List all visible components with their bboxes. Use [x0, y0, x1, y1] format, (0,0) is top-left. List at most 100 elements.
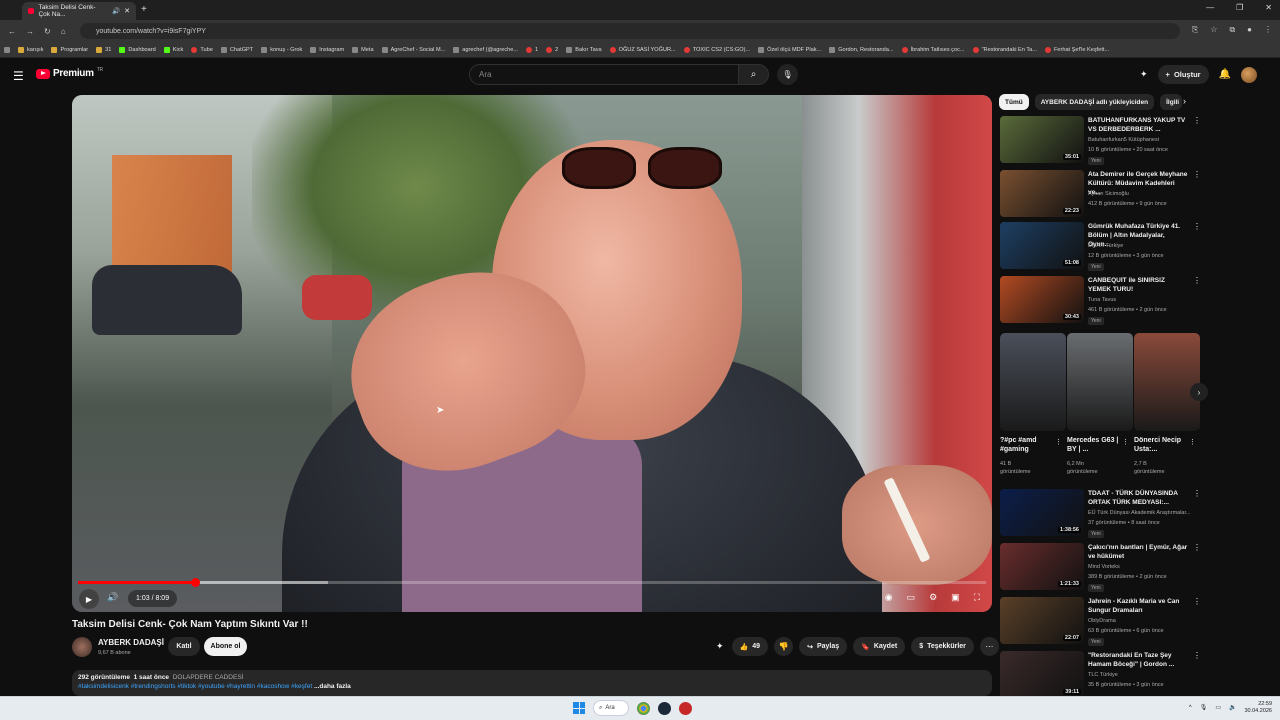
browser-tab[interactable]: Taksim Delisi Cenk- Çok Na... 🔊 ✕ [22, 2, 136, 20]
more-vertical-icon[interactable]: ⋮ [1193, 651, 1201, 660]
apps-icon[interactable] [4, 46, 10, 53]
recommendation-item[interactable]: 1:21:33 Çakıcı'nın bantları | Eymür, Ağar… [1000, 543, 1201, 593]
more-vertical-icon[interactable]: ⋮ [1193, 116, 1201, 125]
bookmark-item[interactable]: İbrahim Tatlıses çoc... [901, 46, 965, 53]
more-vertical-icon[interactable]: ⋮ [1193, 489, 1201, 498]
speaker-icon[interactable]: 🔉 [1229, 704, 1236, 711]
thanks-button[interactable]: $ Teşekkürler [911, 637, 974, 656]
short-title[interactable]: Dönerci Necip Usta:... [1134, 436, 1189, 454]
bookmark-item[interactable]: Tube [191, 46, 213, 53]
video-thumbnail[interactable]: 39:11 [1000, 651, 1084, 698]
chevron-right-icon[interactable]: › [1183, 96, 1186, 106]
tray-chevron-icon[interactable]: ^ [1189, 705, 1192, 711]
recommendation-channel[interactable]: Batuhanfurkan5 Kütüphanesi [1088, 137, 1159, 143]
voice-search-button[interactable]: 🎙 [777, 64, 798, 85]
recommendation-channel[interactable]: EÜ Türk Dünyası Akademik Araştırmalar... [1088, 510, 1191, 516]
hashtags[interactable]: #taksimdelisicenk #trendingshorts #tikto… [78, 683, 312, 690]
fullscreen-icon[interactable]: ⛶ [974, 592, 980, 603]
recommendation-item[interactable]: 35:01 BATUHANFURKANS YAKUP TV VS DERBEDERB… [1000, 116, 1201, 166]
cast-icon[interactable]: ✦ [1140, 69, 1148, 80]
bookmark-item[interactable]: Ferhat Şef'le Keşfett... [1044, 46, 1109, 53]
bookmark-item[interactable]: karışık [18, 46, 43, 53]
recommendation-item[interactable]: 22:23 Ata Demirer ile Gerçek Meyhane Kültü… [1000, 170, 1201, 220]
youtube-premium-logo[interactable]: Premium TR [36, 67, 103, 79]
more-actions-button[interactable]: ⋯ [979, 637, 999, 656]
bookmark-star-icon[interactable]: ☆ [1210, 25, 1217, 35]
join-button[interactable]: Katıl [168, 637, 200, 656]
create-button[interactable]: + Oluştur [1157, 65, 1209, 84]
channel-avatar[interactable] [72, 637, 92, 657]
channel-name[interactable]: AYBERK DADAŞİ [98, 638, 164, 647]
search-input[interactable]: Ara [469, 64, 739, 85]
recommendation-item[interactable]: 30:43 CANBEQUIT ile SINIRSIZ YEMEK TURU! Tu… [1000, 276, 1201, 326]
recommendation-title[interactable]: Çakıcı'nın bantları | Eymür, Ağar ve hükü… [1088, 543, 1188, 561]
steam-icon[interactable] [658, 701, 671, 715]
maximize-icon[interactable]: ❐ [1236, 3, 1243, 12]
recommendation-item[interactable]: 1:38:56 TDAAT - TÜRK DÜNYASINDA ORTAK TÜRK… [1000, 489, 1201, 539]
autoplay-toggle-icon[interactable]: ◉ [885, 592, 893, 603]
bookmark-item[interactable]: Instagram [310, 46, 344, 53]
url-field[interactable]: youtube.com/watch?v=i9isF7giYPY [80, 23, 1180, 39]
bookmark-item[interactable]: Programlar [51, 46, 88, 53]
chip-related[interactable]: İlgili [1160, 94, 1183, 110]
location[interactable]: DOLAPDERE CADDESİ [173, 674, 244, 681]
bookmark-item[interactable]: Gordon, Restoranda... [829, 46, 894, 53]
recommendation-title[interactable]: "Restorandaki En Taze Şey Hamam Böceği" |… [1088, 651, 1188, 669]
more-vertical-icon[interactable]: ⋮ [1193, 276, 1201, 285]
subtitles-icon[interactable]: ▭ [907, 592, 916, 603]
bookmark-item[interactable]: OĞUZ SASİ YOĞUR... [609, 46, 676, 53]
settings-gear-icon[interactable]: ⚙ [929, 592, 937, 603]
recommendation-channel[interactable]: OblyDrama [1088, 618, 1116, 624]
video-thumbnail[interactable]: 51:08 [1000, 222, 1084, 269]
short-thumbnail[interactable] [1134, 333, 1200, 431]
volume-icon[interactable]: 🔊 [107, 592, 118, 603]
forward-icon[interactable]: → [26, 27, 34, 36]
bookmark-item[interactable]: "Restorandaki En Ta... [972, 46, 1037, 53]
dislike-button[interactable]: 👎 [774, 637, 794, 656]
recommendation-channel[interactable]: DMAX Türkiye [1088, 243, 1123, 249]
bookmark-item[interactable]: Meta [352, 46, 374, 53]
bookmark-item[interactable]: konuş - Grok [261, 46, 302, 53]
user-avatar[interactable] [1241, 66, 1258, 83]
recommendation-channel[interactable]: Tuna Tavus [1088, 297, 1116, 303]
close-window-icon[interactable]: ✕ [1265, 3, 1272, 12]
share-button[interactable]: ↪ Paylaş [799, 637, 848, 656]
home-icon[interactable]: ⌂ [61, 27, 66, 36]
search-button[interactable]: ⌕ [738, 64, 769, 85]
description-box[interactable]: 292 görüntüleme 1 saat önce DOLAPDERE CA… [72, 670, 992, 696]
bookmark-item[interactable]: ChatGPT [220, 46, 253, 53]
app-icon[interactable] [679, 701, 692, 715]
show-more-link[interactable]: ...daha fazla [314, 683, 351, 690]
more-vertical-icon[interactable]: ⋮ [1055, 438, 1062, 446]
clock[interactable]: 22:59 30.04.2026 [1244, 701, 1272, 715]
bookmark-item[interactable]: 2 [546, 46, 558, 53]
bookmark-item[interactable]: agrechef (@agreche... [453, 46, 518, 53]
bookmark-item[interactable]: AgreChef - Social M... [381, 46, 445, 53]
bookmark-item[interactable]: 31 [96, 46, 111, 53]
short-title[interactable]: Mercedes G63 | BY | ... [1067, 436, 1122, 454]
short-thumbnail[interactable] [1067, 333, 1133, 431]
video-player[interactable]: ➤ ▶ 🔊 1:03 / 8:09 ◉ ▭ ⚙ ▣ ⛶ [72, 95, 992, 612]
chrome-icon[interactable] [637, 701, 650, 715]
shorts-next-button[interactable]: › [1190, 383, 1208, 401]
play-button[interactable]: ▶ [79, 589, 99, 609]
recommendation-item[interactable]: 39:11 "Restorandaki En Taze Şey Hamam Böce… [1000, 651, 1201, 701]
recommendation-item[interactable]: 51:08 Gümrük Muhafaza Türkiye 41. Bölüm | … [1000, 222, 1201, 272]
new-tab-button[interactable]: + [141, 4, 147, 15]
close-tab-icon[interactable]: ✕ [124, 7, 130, 15]
profile-icon[interactable]: ● [1247, 25, 1252, 35]
chip-all[interactable]: Tümü [999, 94, 1029, 110]
short-thumbnail[interactable] [1000, 333, 1066, 431]
video-thumbnail[interactable]: 1:21:33 [1000, 543, 1084, 590]
bookmark-item[interactable]: 1 [526, 46, 538, 53]
progress-bar[interactable] [78, 578, 986, 587]
more-vertical-icon[interactable]: ⋮ [1193, 170, 1201, 179]
reload-icon[interactable]: ↻ [44, 27, 51, 36]
more-vertical-icon[interactable]: ⋮ [1193, 543, 1201, 552]
more-vertical-icon[interactable]: ⋮ [1193, 222, 1201, 231]
recommendation-title[interactable]: BATUHANFURKANS YAKUP TV VS DERBEDERBERK .… [1088, 116, 1188, 134]
save-button[interactable]: 🔖 Kaydet [853, 637, 906, 656]
mic-tray-icon[interactable]: 🎙 [1200, 704, 1208, 711]
menu-icon[interactable]: ⋮ [1264, 25, 1272, 35]
install-icon[interactable]: ⎘ [1192, 25, 1198, 35]
